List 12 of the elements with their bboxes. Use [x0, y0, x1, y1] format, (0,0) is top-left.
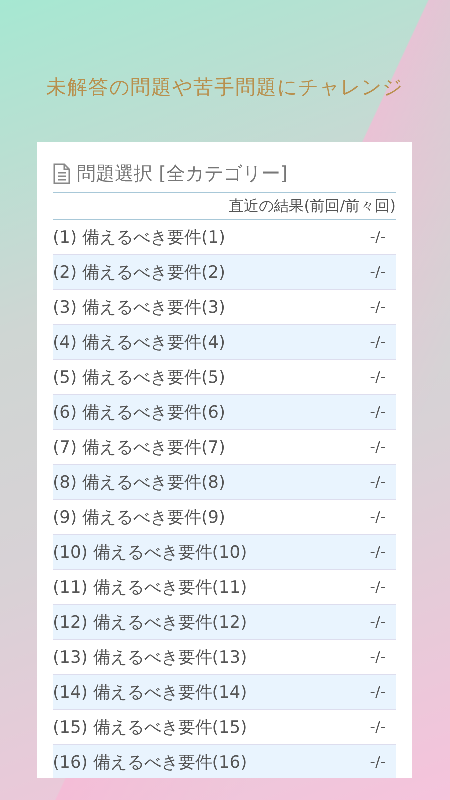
question-row[interactable]: (16) 備えるべき要件(16) -/- [53, 745, 396, 778]
question-row[interactable]: (2) 備えるべき要件(2) -/- [53, 255, 396, 290]
question-row[interactable]: (14) 備えるべき要件(14) -/- [53, 675, 396, 710]
question-row[interactable]: (4) 備えるべき要件(4) -/- [53, 325, 396, 360]
panel-title: 問題選択 [全カテゴリー] [77, 162, 288, 187]
question-row[interactable]: (12) 備えるべき要件(12) -/- [53, 605, 396, 640]
question-row[interactable]: (10) 備えるべき要件(10) -/- [53, 535, 396, 570]
question-row[interactable]: (8) 備えるべき要件(8) -/- [53, 465, 396, 500]
column-header: 直近の結果(前回/前々回) [229, 197, 396, 215]
question-row[interactable]: (6) 備えるべき要件(6) -/- [53, 395, 396, 430]
headline: 未解答の問題や苦手問題にチャレンジ [46, 74, 404, 101]
document-icon [53, 163, 71, 185]
